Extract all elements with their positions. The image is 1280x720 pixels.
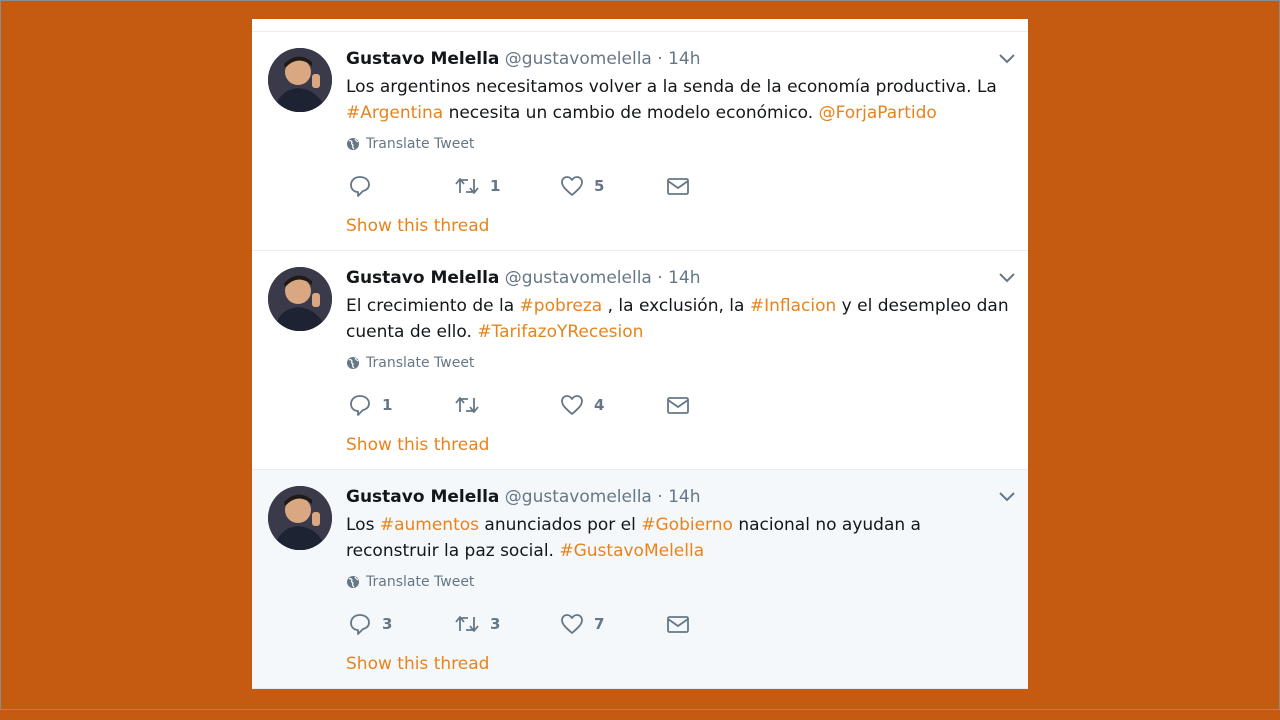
chevron-down-icon[interactable] [998, 271, 1016, 285]
tweet-card[interactable]: Gustavo Melella @gustavomelella · 14h Lo… [252, 470, 1028, 689]
tweet-card[interactable]: Gustavo Melella @gustavomelella · 14h Lo… [252, 32, 1028, 251]
envelope-icon [667, 616, 689, 633]
translate-label: Translate Tweet [366, 355, 475, 371]
translate-tweet-button[interactable]: Translate Tweet [346, 574, 474, 590]
heart-icon [561, 395, 583, 415]
globe-icon [347, 138, 359, 150]
reply-count: 1 [382, 396, 393, 414]
direct-message-button[interactable] [666, 612, 690, 636]
heart-icon [561, 176, 583, 196]
tweet-header: Gustavo Melella @gustavomelella · 14h [346, 48, 700, 70]
tweet-time[interactable]: 14h [668, 487, 700, 507]
reply-icon [350, 395, 370, 416]
retweet-count: 1 [490, 177, 501, 195]
tweet-actions: 1 4 [346, 393, 746, 417]
retweet-button[interactable]: 1 [454, 174, 500, 198]
tweet-header: Gustavo Melella @gustavomelella · 14h [346, 486, 700, 508]
avatar[interactable] [268, 48, 332, 112]
like-count: 7 [594, 615, 605, 633]
timeline-panel: Gustavo Melella @gustavomelella · 14h Lo… [252, 19, 1028, 689]
chevron-down-icon[interactable] [998, 52, 1016, 66]
tweet-text-segment: anunciados por el [479, 515, 642, 535]
chevron-down-icon[interactable] [998, 490, 1016, 504]
reply-icon [350, 176, 370, 197]
hashtag-link[interactable]: #pobreza [520, 296, 603, 316]
mention-link[interactable]: @ForjaPartido [819, 103, 937, 123]
translate-label: Translate Tweet [366, 574, 475, 590]
author-name[interactable]: Gustavo Melella [346, 49, 499, 69]
like-count: 5 [594, 177, 605, 195]
tweet-text: Los #aumentos anunciados por el #Gobiern… [346, 512, 1016, 564]
globe-icon [347, 357, 359, 369]
hashtag-link[interactable]: #GustavoMelella [559, 541, 704, 561]
author-handle[interactable]: @gustavomelella [505, 268, 652, 288]
hashtag-link[interactable]: #TarifazoYRecesion [477, 322, 643, 342]
timeline-top-strip [252, 19, 1028, 32]
direct-message-button[interactable] [666, 393, 690, 417]
tweet-time[interactable]: 14h [668, 49, 700, 69]
retweet-icon [455, 178, 479, 194]
envelope-icon [667, 397, 689, 414]
author-name[interactable]: Gustavo Melella [346, 487, 499, 507]
tweet-header: Gustavo Melella @gustavomelella · 14h [346, 267, 700, 289]
tweet-text-segment: necesita un cambio de modelo económico. [443, 103, 819, 123]
retweet-icon [455, 397, 479, 413]
show-thread-link[interactable]: Show this thread [346, 216, 489, 236]
tweet-card[interactable]: Gustavo Melella @gustavomelella · 14h El… [252, 251, 1028, 470]
retweet-button[interactable] [454, 393, 490, 417]
retweet-button[interactable]: 3 [454, 612, 500, 636]
tweet-time[interactable]: 14h [668, 268, 700, 288]
author-name[interactable]: Gustavo Melella [346, 268, 499, 288]
tweet-text-segment: Los argentinos necesitamos volver a la s… [346, 77, 997, 97]
retweet-count: 3 [490, 615, 501, 633]
show-thread-link[interactable]: Show this thread [346, 654, 489, 674]
like-button[interactable]: 5 [560, 174, 604, 198]
author-handle[interactable]: @gustavomelella [505, 487, 652, 507]
hashtag-link[interactable]: #Gobierno [641, 515, 733, 535]
hashtag-link[interactable]: #Argentina [346, 103, 443, 123]
tweet-text: El crecimiento de la #pobreza , la exclu… [346, 293, 1016, 345]
like-count: 4 [594, 396, 605, 414]
hashtag-link[interactable]: #aumentos [380, 515, 479, 535]
avatar[interactable] [268, 486, 332, 550]
reply-button[interactable]: 1 [348, 393, 392, 417]
envelope-icon [667, 178, 689, 195]
separator-dot: · [657, 487, 663, 507]
tweet-text: Los argentinos necesitamos volver a la s… [346, 74, 1016, 126]
reply-count: 3 [382, 615, 393, 633]
translate-tweet-button[interactable]: Translate Tweet [346, 355, 474, 371]
globe-icon [347, 576, 359, 588]
author-handle[interactable]: @gustavomelella [505, 49, 652, 69]
tweet-actions: 1 5 [346, 174, 746, 198]
hashtag-link[interactable]: #Inflacion [750, 296, 836, 316]
retweet-icon [455, 616, 479, 632]
tweet-actions: 3 3 7 [346, 612, 746, 636]
tweet-text-segment: El crecimiento de la [346, 296, 520, 316]
reply-button[interactable]: 3 [348, 612, 392, 636]
translate-label: Translate Tweet [366, 136, 475, 152]
tweet-text-segment: Los [346, 515, 380, 535]
direct-message-button[interactable] [666, 174, 690, 198]
avatar[interactable] [268, 267, 332, 331]
show-thread-link[interactable]: Show this thread [346, 435, 489, 455]
translate-tweet-button[interactable]: Translate Tweet [346, 136, 474, 152]
like-button[interactable]: 4 [560, 393, 604, 417]
reply-button[interactable] [348, 174, 382, 198]
tweet-text-segment: , la exclusión, la [602, 296, 750, 316]
reply-icon [350, 614, 370, 635]
separator-dot: · [657, 268, 663, 288]
separator-dot: · [657, 49, 663, 69]
like-button[interactable]: 7 [560, 612, 604, 636]
heart-icon [561, 614, 583, 634]
